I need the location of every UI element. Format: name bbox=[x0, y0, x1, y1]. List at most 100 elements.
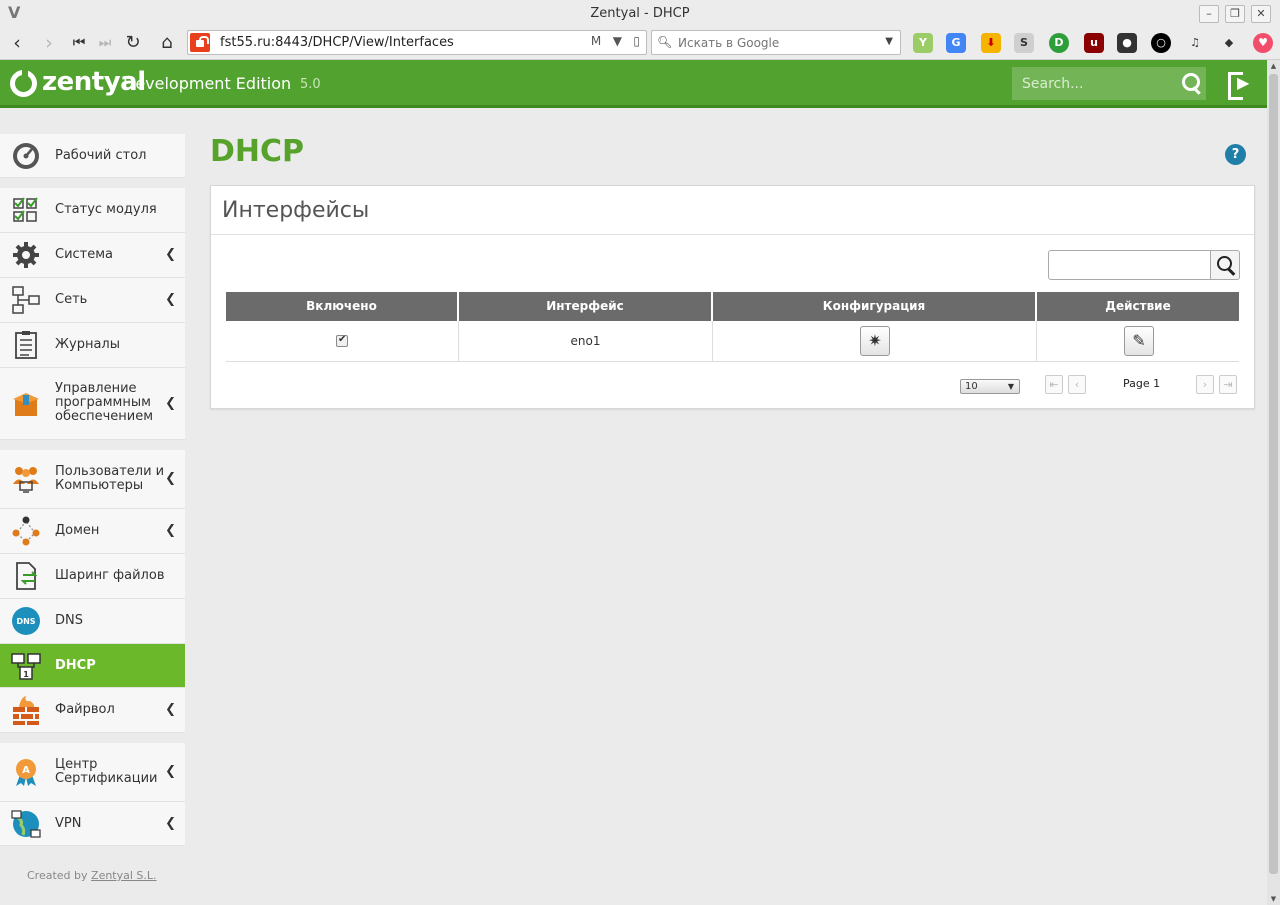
sidebar-item-label: Рабочий стол bbox=[55, 148, 147, 163]
credit-prefix: Created by bbox=[27, 869, 88, 882]
extension-s-icon[interactable]: S bbox=[1014, 33, 1034, 53]
web-search-input[interactable] bbox=[678, 34, 868, 52]
sidebar-item-file-sharing[interactable]: Шаринг файлов bbox=[0, 554, 185, 599]
previous-page-icon[interactable]: ‹ bbox=[1068, 375, 1086, 394]
url-text[interactable]: fst55.ru:8443/DHCP/View/Interfaces bbox=[220, 35, 454, 50]
extension-elephant-icon[interactable]: ◆ bbox=[1219, 33, 1239, 53]
app-header: zentyal Development Edition 5.0 bbox=[0, 60, 1267, 108]
forward-icon[interactable]: › bbox=[36, 30, 62, 56]
extension-translate-icon[interactable]: G bbox=[946, 33, 966, 53]
module-status-icon bbox=[13, 197, 38, 222]
cell-enabled bbox=[226, 321, 459, 361]
enabled-checkbox[interactable] bbox=[336, 332, 348, 348]
last-page-icon[interactable]: ⇥ bbox=[1219, 375, 1237, 394]
sidebar-item-label: Шаринг файлов bbox=[55, 568, 165, 583]
table-search-icon[interactable] bbox=[1210, 250, 1240, 280]
software-box-icon bbox=[13, 393, 39, 416]
cell-interface: eno1 bbox=[459, 321, 713, 361]
extension-music-icon[interactable]: ♫ bbox=[1185, 33, 1205, 53]
first-page-icon[interactable]: ⇤ bbox=[1045, 375, 1063, 394]
browser-navbar: ‹ › ⏮ ⏭ ↻ ⌂ fst55.ru:8443/DHCP/View/Inte… bbox=[0, 28, 1280, 60]
sidebar-item-vpn[interactable]: VPN ❮ bbox=[0, 802, 185, 846]
zentyal-logo-icon[interactable] bbox=[10, 69, 37, 97]
window-titlebar: V Zentyal - DHCP – ❐ ✕ bbox=[0, 0, 1280, 28]
chevron-left-icon: ❮ bbox=[165, 396, 176, 411]
scroll-up-icon[interactable]: ▲ bbox=[1267, 60, 1280, 72]
back-icon[interactable]: ‹ bbox=[4, 30, 30, 56]
next-page-icon[interactable]: › bbox=[1196, 375, 1214, 394]
table-search-input[interactable] bbox=[1048, 250, 1211, 280]
sidebar-item-label: Центр Сертификации bbox=[55, 757, 158, 786]
sidebar-item-users-computers[interactable]: Пользователи и Компьютеры ❮ bbox=[0, 450, 185, 509]
extension-heart-icon[interactable]: ♥ bbox=[1253, 33, 1273, 53]
svg-text:A: A bbox=[22, 765, 30, 776]
scroll-thumb[interactable] bbox=[1269, 74, 1278, 874]
configure-gear-button[interactable]: ✷ bbox=[860, 326, 890, 356]
address-bar-tools[interactable]: M ▼ ▯ bbox=[591, 34, 640, 48]
extension-d-icon[interactable]: D bbox=[1049, 33, 1069, 53]
edit-button[interactable]: ✎ bbox=[1124, 326, 1154, 356]
reader-mode-icon[interactable]: M bbox=[591, 34, 601, 48]
file-sharing-icon bbox=[16, 562, 38, 590]
cell-configuration: ✷ bbox=[713, 321, 1037, 361]
sidebar-item-label: Домен bbox=[55, 523, 100, 538]
logs-icon bbox=[15, 331, 37, 359]
extension-pin-icon[interactable]: ● bbox=[1117, 33, 1137, 53]
home-icon[interactable]: ⌂ bbox=[154, 30, 180, 56]
address-bar[interactable]: fst55.ru:8443/DHCP/View/Interfaces M ▼ ▯ bbox=[187, 30, 647, 55]
footer-credit: Created by Zentyal S.L. bbox=[27, 869, 157, 882]
extension-ring-icon[interactable]: ○ bbox=[1151, 33, 1171, 53]
web-search-bar[interactable]: 🔍︎ ▼ bbox=[651, 30, 901, 55]
sidebar-item-logs[interactable]: Журналы bbox=[0, 323, 185, 368]
help-icon[interactable]: ? bbox=[1225, 144, 1246, 165]
extension-leaf-icon[interactable]: Y bbox=[913, 33, 933, 53]
search-engine-dropdown-icon[interactable]: ▼ bbox=[885, 36, 893, 47]
sidebar-item-label: Файрвол bbox=[55, 702, 115, 717]
sidebar-item-firewall[interactable]: Файрвол ❮ bbox=[0, 688, 185, 733]
fast-forward-icon[interactable]: ⏭ bbox=[92, 30, 118, 56]
cell-action: ✎ bbox=[1037, 321, 1239, 361]
sidebar-item-dashboard[interactable]: Рабочий стол bbox=[0, 134, 185, 178]
page-size-select[interactable]: 10 ▼ bbox=[960, 379, 1020, 394]
logout-icon[interactable] bbox=[1228, 72, 1250, 100]
search-engine-icon[interactable]: 🔍︎ bbox=[657, 35, 672, 49]
header-search-input[interactable] bbox=[1012, 67, 1176, 100]
search-icon[interactable] bbox=[1176, 67, 1206, 100]
extension-download-icon[interactable]: ⬇ bbox=[981, 33, 1001, 53]
sidebar-item-system[interactable]: Система ❮ bbox=[0, 233, 185, 278]
table-row: eno1 ✷ ✎ bbox=[226, 321, 1239, 362]
certificate-icon: A bbox=[16, 759, 36, 786]
bookmark-icon[interactable]: ▯ bbox=[633, 34, 640, 48]
sidebar-item-certification[interactable]: A Центр Сертификации ❮ bbox=[0, 743, 185, 802]
chevron-left-icon: ❮ bbox=[165, 247, 176, 262]
edition-label: Development Edition bbox=[123, 74, 292, 93]
sidebar-item-label: Управление программным обеспечением bbox=[55, 381, 154, 424]
column-header-enabled: Включено bbox=[226, 292, 459, 321]
sidebar-item-label: Журналы bbox=[55, 337, 120, 352]
chevron-left-icon: ❮ bbox=[165, 471, 176, 486]
sidebar-item-module-status[interactable]: Статус модуля bbox=[0, 188, 185, 233]
sidebar-item-dhcp[interactable]: 1 DHCP bbox=[0, 644, 185, 688]
gear-icon bbox=[13, 242, 39, 268]
sidebar-item-label: Система bbox=[55, 247, 114, 262]
sidebar-item-dns[interactable]: DNS DNS bbox=[0, 599, 185, 644]
rewind-icon[interactable]: ⏮ bbox=[66, 30, 92, 56]
page-title: DHCP bbox=[210, 134, 305, 169]
minimize-icon[interactable]: – bbox=[1199, 5, 1219, 23]
column-header-interface: Интерфейс bbox=[459, 292, 713, 321]
history-dropdown-icon[interactable]: ▼ bbox=[613, 34, 622, 48]
chevron-left-icon: ❮ bbox=[165, 764, 176, 779]
sidebar-item-domain[interactable]: Домен ❮ bbox=[0, 509, 185, 554]
scroll-down-icon[interactable]: ▼ bbox=[1267, 893, 1280, 905]
sidebar-item-software[interactable]: Управление программным обеспечением ❮ bbox=[0, 368, 185, 440]
vpn-icon bbox=[11, 810, 41, 838]
reload-icon[interactable]: ↻ bbox=[120, 30, 146, 56]
svg-text:1: 1 bbox=[23, 670, 29, 679]
sidebar-item-network[interactable]: Сеть ❮ bbox=[0, 278, 185, 323]
insecure-lock-icon[interactable] bbox=[190, 33, 210, 52]
page-scrollbar[interactable]: ▲ ▼ bbox=[1267, 60, 1280, 905]
close-icon[interactable]: ✕ bbox=[1251, 5, 1271, 23]
restore-icon[interactable]: ❐ bbox=[1225, 5, 1245, 23]
extension-ublock-icon[interactable]: u bbox=[1084, 33, 1104, 53]
credit-link[interactable]: Zentyal S.L. bbox=[91, 869, 157, 882]
